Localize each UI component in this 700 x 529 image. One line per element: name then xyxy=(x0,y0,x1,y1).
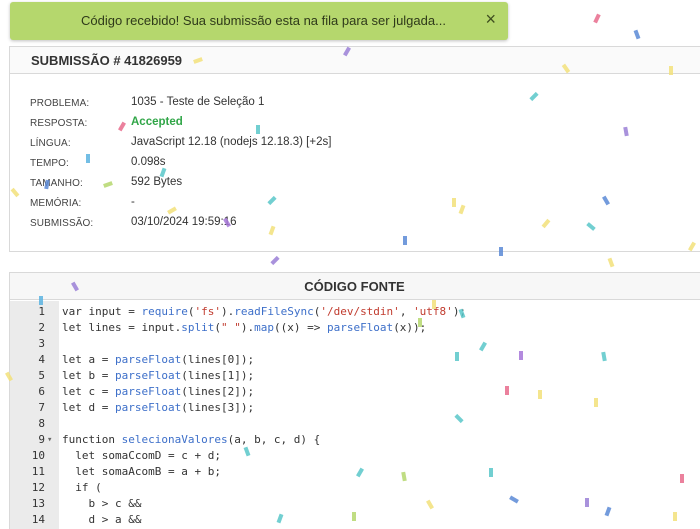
confetti-piece xyxy=(418,318,422,327)
language-label: LÍNGUA: xyxy=(30,138,71,149)
line-number: 14 xyxy=(31,513,45,526)
code-line: 2 let lines = input.split(" ").map((x) =>… xyxy=(10,320,700,336)
line-code: function selecionaValores(a, b, c, d) { xyxy=(62,433,321,446)
line-code: let somaCcomD = c + d; xyxy=(62,449,221,462)
language-value: JavaScript 12.18 (nodejs 12.18.3) [+2s] xyxy=(131,136,332,148)
code-line: 12 if ( xyxy=(10,480,700,496)
close-icon[interactable]: × xyxy=(485,10,496,28)
line-number: 1 xyxy=(38,305,45,318)
info-row-language: LÍNGUA: JavaScript 12.18 (nodejs 12.18.3… xyxy=(30,135,630,155)
line-number: 10 xyxy=(31,449,45,462)
confetti-piece xyxy=(505,386,509,395)
problem-value[interactable]: 1035 - Teste de Seleção 1 xyxy=(131,96,264,108)
confetti-piece xyxy=(519,351,523,360)
confetti-piece xyxy=(455,352,459,361)
line-number: 12 xyxy=(31,481,45,494)
line-number: 5 xyxy=(38,369,45,382)
code-line: 10 let somaCcomD = c + d; xyxy=(10,448,700,464)
confetti-piece xyxy=(432,300,436,309)
time-label: TEMPO: xyxy=(30,158,69,169)
problem-label: PROBLEMA: xyxy=(30,98,90,109)
line-code: if ( xyxy=(62,481,102,494)
confetti-piece xyxy=(538,390,542,399)
line-number: 6 xyxy=(38,385,45,398)
submission-date-value: 03/10/2024 19:59:16 xyxy=(131,216,237,228)
line-number: 11 xyxy=(31,465,45,478)
confetti-piece xyxy=(594,398,598,407)
info-row-size: TAMANHO: 592 Bytes xyxy=(30,175,630,195)
notification-toast: Código recebido! Sua submissão esta na f… xyxy=(10,2,508,40)
confetti-piece xyxy=(86,154,90,163)
size-label: TAMANHO: xyxy=(30,178,83,189)
fold-arrow-icon[interactable]: ▾ xyxy=(47,432,52,448)
code-line: 5 let b = parseFloat(lines[1]); xyxy=(10,368,700,384)
code-line: 9 ▾ function selecionaValores(a, b, c, d) … xyxy=(10,432,700,448)
confetti-piece xyxy=(669,66,673,75)
confetti-piece xyxy=(403,236,407,245)
confetti-piece xyxy=(270,255,280,266)
confetti-piece xyxy=(680,474,684,483)
code-line: 11 let somaAcomB = a + b; xyxy=(10,464,700,480)
confetti-piece xyxy=(256,125,260,134)
line-code: let d = parseFloat(lines[3]); xyxy=(62,401,255,414)
confetti-piece xyxy=(452,198,456,207)
confetti-piece xyxy=(607,257,615,268)
confetti-piece xyxy=(352,512,356,521)
memory-label: MEMÓRIA: xyxy=(30,198,82,209)
toast-message: Código recebido! Sua submissão esta na f… xyxy=(81,13,446,28)
confetti-piece xyxy=(489,468,493,477)
code-line: 8 xyxy=(10,416,700,432)
line-code: let lines = input.split(" ").map((x) => … xyxy=(62,321,427,334)
code-line: 1 var input = require('fs').readFileSync(… xyxy=(10,304,700,320)
confetti-piece xyxy=(585,498,589,507)
answer-value: Accepted xyxy=(131,116,183,128)
line-code: let a = parseFloat(lines[0]); xyxy=(62,353,255,366)
line-code: var input = require('fs').readFileSync('… xyxy=(62,305,466,318)
info-row-problem: PROBLEMA: 1035 - Teste de Seleção 1 xyxy=(30,95,630,115)
submission-date-label: SUBMISSÃO: xyxy=(30,218,94,229)
confetti-piece xyxy=(39,296,43,305)
line-number: 8 xyxy=(38,417,45,430)
submission-panel: SUBMISSÃO # 41826959 PROBLEMA: 1035 - Te… xyxy=(9,46,700,252)
answer-label: RESPOSTA: xyxy=(30,118,88,129)
line-code: d > a && xyxy=(62,513,142,526)
confetti-piece xyxy=(633,29,641,40)
code-line: 4 let a = parseFloat(lines[0]); xyxy=(10,352,700,368)
line-number: 13 xyxy=(31,497,45,510)
code-line: 13 b > c && xyxy=(10,496,700,512)
memory-value: - xyxy=(131,196,135,208)
confetti-piece xyxy=(499,247,503,256)
source-code-title: CÓDIGO FONTE xyxy=(10,273,700,300)
line-number: 7 xyxy=(38,401,45,414)
info-row-time: TEMPO: 0.098s xyxy=(30,155,630,175)
size-value: 592 Bytes xyxy=(131,176,183,188)
code-editor[interactable]: 1 var input = require('fs').readFileSync(… xyxy=(10,301,700,529)
line-number: 3 xyxy=(38,337,45,350)
code-line: 3 xyxy=(10,336,700,352)
time-value: 0.098s xyxy=(131,156,166,168)
line-number: 9 xyxy=(38,433,45,446)
info-row-submission-date: SUBMISSÃO: 03/10/2024 19:59:16 xyxy=(30,215,630,235)
confetti-piece xyxy=(673,512,677,521)
line-code: let b = parseFloat(lines[1]); xyxy=(62,369,255,382)
submission-title: SUBMISSÃO # 41826959 xyxy=(10,47,700,74)
line-code: let somaAcomB = a + b; xyxy=(62,465,221,478)
confetti-piece xyxy=(593,13,601,24)
line-number: 2 xyxy=(38,321,45,334)
line-number: 4 xyxy=(38,353,45,366)
line-code: b > c && xyxy=(62,497,142,510)
line-code: let c = parseFloat(lines[2]); xyxy=(62,385,255,398)
info-row-memory: MEMÓRIA: - xyxy=(30,195,630,215)
